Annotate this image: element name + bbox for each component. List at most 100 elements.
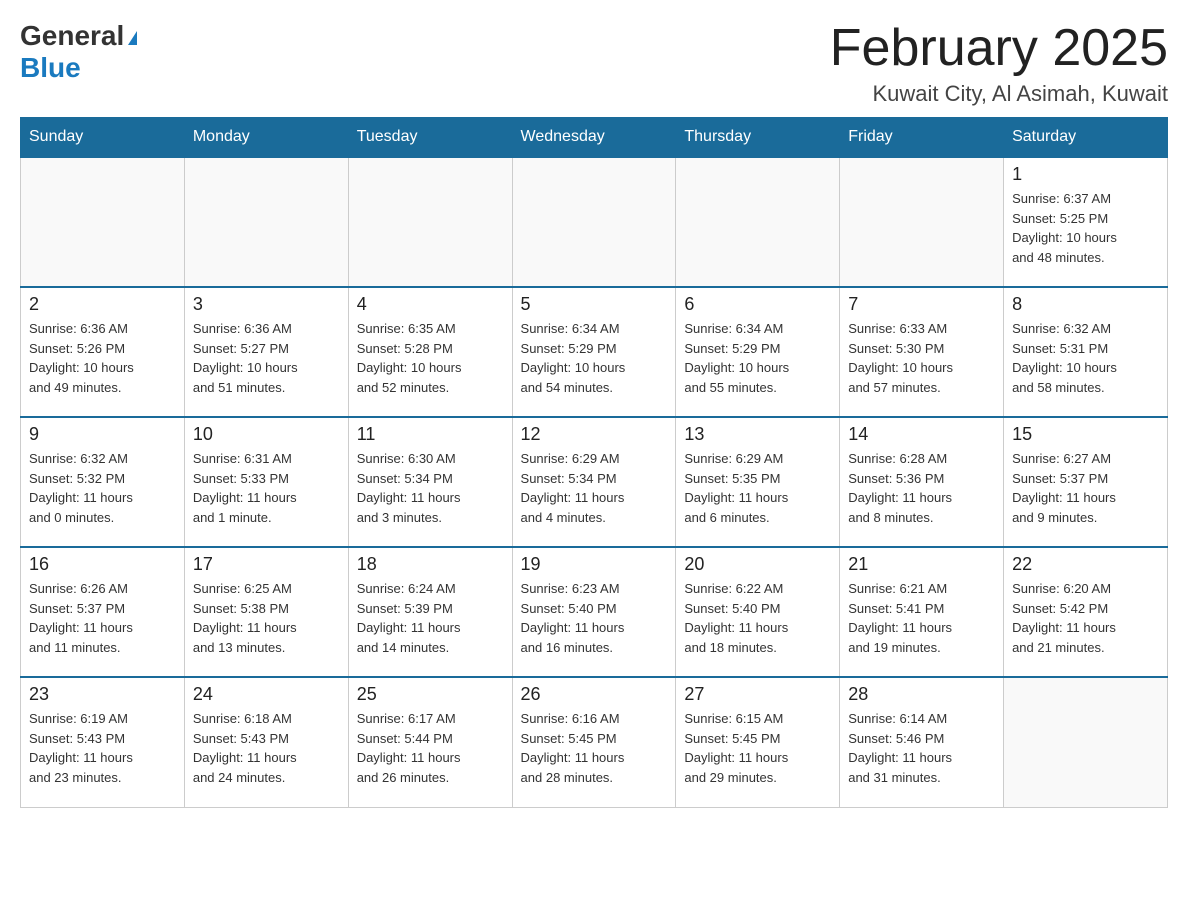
calendar-cell [184, 157, 348, 287]
calendar-cell [21, 157, 185, 287]
day-info: Sunrise: 6:29 AMSunset: 5:34 PMDaylight:… [521, 449, 668, 527]
day-info: Sunrise: 6:36 AMSunset: 5:26 PMDaylight:… [29, 319, 176, 397]
day-number: 5 [521, 294, 668, 315]
day-number: 13 [684, 424, 831, 445]
day-number: 7 [848, 294, 995, 315]
day-info: Sunrise: 6:34 AMSunset: 5:29 PMDaylight:… [684, 319, 831, 397]
header-monday: Monday [184, 118, 348, 158]
day-number: 1 [1012, 164, 1159, 185]
day-number: 26 [521, 684, 668, 705]
day-number: 22 [1012, 554, 1159, 575]
day-info: Sunrise: 6:25 AMSunset: 5:38 PMDaylight:… [193, 579, 340, 657]
calendar-cell: 8Sunrise: 6:32 AMSunset: 5:31 PMDaylight… [1004, 287, 1168, 417]
day-number: 15 [1012, 424, 1159, 445]
day-info: Sunrise: 6:16 AMSunset: 5:45 PMDaylight:… [521, 709, 668, 787]
calendar-cell [840, 157, 1004, 287]
page-header: General Blue February 2025 Kuwait City, … [20, 20, 1168, 107]
day-number: 4 [357, 294, 504, 315]
calendar-cell: 4 Sunrise: 6:35 AMSunset: 5:28 PMDaylight… [348, 287, 512, 417]
day-info: Sunrise: 6:19 AMSunset: 5:43 PMDaylight:… [29, 709, 176, 787]
day-number: 24 [193, 684, 340, 705]
day-info: Sunrise: 6:14 AMSunset: 5:46 PMDaylight:… [848, 709, 995, 787]
logo: General Blue [20, 20, 137, 84]
day-info: Sunrise: 6:32 AMSunset: 5:32 PMDaylight:… [29, 449, 176, 527]
calendar-cell: 26 Sunrise: 6:16 AMSunset: 5:45 PMDayligh… [512, 677, 676, 807]
logo-triangle-icon [128, 31, 137, 45]
logo-blue-text: Blue [20, 52, 81, 84]
day-number: 20 [684, 554, 831, 575]
calendar-cell: 19 Sunrise: 6:23 AMSunset: 5:40 PMDayligh… [512, 547, 676, 677]
calendar-cell [512, 157, 676, 287]
calendar-cell: 28 Sunrise: 6:14 AMSunset: 5:46 PMDayligh… [840, 677, 1004, 807]
day-info: Sunrise: 6:22 AMSunset: 5:40 PMDaylight:… [684, 579, 831, 657]
calendar-cell: 17 Sunrise: 6:25 AMSunset: 5:38 PMDayligh… [184, 547, 348, 677]
calendar-cell: 22 Sunrise: 6:20 AMSunset: 5:42 PMDayligh… [1004, 547, 1168, 677]
day-number: 6 [684, 294, 831, 315]
day-info: Sunrise: 6:15 AMSunset: 5:45 PMDaylight:… [684, 709, 831, 787]
header-friday: Friday [840, 118, 1004, 158]
day-number: 27 [684, 684, 831, 705]
day-info: Sunrise: 6:24 AMSunset: 5:39 PMDaylight:… [357, 579, 504, 657]
day-number: 28 [848, 684, 995, 705]
calendar-cell: 9 Sunrise: 6:32 AMSunset: 5:32 PMDaylight… [21, 417, 185, 547]
day-info: Sunrise: 6:29 AMSunset: 5:35 PMDaylight:… [684, 449, 831, 527]
day-number: 25 [357, 684, 504, 705]
week-row-2: 2Sunrise: 6:36 AMSunset: 5:26 PMDaylight… [21, 287, 1168, 417]
day-number: 23 [29, 684, 176, 705]
day-info: Sunrise: 6:21 AMSunset: 5:41 PMDaylight:… [848, 579, 995, 657]
location-title: Kuwait City, Al Asimah, Kuwait [830, 81, 1168, 107]
logo-general-text: General [20, 20, 124, 52]
day-info: Sunrise: 6:27 AMSunset: 5:37 PMDaylight:… [1012, 449, 1159, 527]
header-tuesday: Tuesday [348, 118, 512, 158]
day-info: Sunrise: 6:23 AMSunset: 5:40 PMDaylight:… [521, 579, 668, 657]
calendar-cell [676, 157, 840, 287]
day-number: 8 [1012, 294, 1159, 315]
calendar-cell: 5 Sunrise: 6:34 AMSunset: 5:29 PMDaylight… [512, 287, 676, 417]
day-info: Sunrise: 6:35 AMSunset: 5:28 PMDaylight:… [357, 319, 504, 397]
week-row-1: 1Sunrise: 6:37 AMSunset: 5:25 PMDaylight… [21, 157, 1168, 287]
header-wednesday: Wednesday [512, 118, 676, 158]
calendar-cell [1004, 677, 1168, 807]
day-number: 11 [357, 424, 504, 445]
calendar-cell: 11 Sunrise: 6:30 AMSunset: 5:34 PMDayligh… [348, 417, 512, 547]
header-saturday: Saturday [1004, 118, 1168, 158]
calendar-cell: 18Sunrise: 6:24 AMSunset: 5:39 PMDayligh… [348, 547, 512, 677]
header-sunday: Sunday [21, 118, 185, 158]
calendar-cell [348, 157, 512, 287]
calendar-cell: 7 Sunrise: 6:33 AMSunset: 5:30 PMDaylight… [840, 287, 1004, 417]
day-number: 10 [193, 424, 340, 445]
day-info: Sunrise: 6:18 AMSunset: 5:43 PMDaylight:… [193, 709, 340, 787]
calendar-cell: 25Sunrise: 6:17 AMSunset: 5:44 PMDayligh… [348, 677, 512, 807]
calendar-cell: 21 Sunrise: 6:21 AMSunset: 5:41 PMDayligh… [840, 547, 1004, 677]
calendar-cell: 16Sunrise: 6:26 AMSunset: 5:37 PMDayligh… [21, 547, 185, 677]
calendar-cell: 23 Sunrise: 6:19 AMSunset: 5:43 PMDayligh… [21, 677, 185, 807]
calendar-cell: 3 Sunrise: 6:36 AMSunset: 5:27 PMDaylight… [184, 287, 348, 417]
day-info: Sunrise: 6:33 AMSunset: 5:30 PMDaylight:… [848, 319, 995, 397]
calendar-cell: 20 Sunrise: 6:22 AMSunset: 5:40 PMDayligh… [676, 547, 840, 677]
day-number: 9 [29, 424, 176, 445]
week-row-3: 9 Sunrise: 6:32 AMSunset: 5:32 PMDaylight… [21, 417, 1168, 547]
day-info: Sunrise: 6:31 AMSunset: 5:33 PMDaylight:… [193, 449, 340, 527]
calendar-cell: 12 Sunrise: 6:29 AMSunset: 5:34 PMDayligh… [512, 417, 676, 547]
day-info: Sunrise: 6:34 AMSunset: 5:29 PMDaylight:… [521, 319, 668, 397]
month-title: February 2025 [830, 20, 1168, 77]
day-number: 17 [193, 554, 340, 575]
week-row-4: 16Sunrise: 6:26 AMSunset: 5:37 PMDayligh… [21, 547, 1168, 677]
day-info: Sunrise: 6:30 AMSunset: 5:34 PMDaylight:… [357, 449, 504, 527]
day-number: 14 [848, 424, 995, 445]
calendar-cell: 10 Sunrise: 6:31 AMSunset: 5:33 PMDayligh… [184, 417, 348, 547]
calendar-cell: 2Sunrise: 6:36 AMSunset: 5:26 PMDaylight… [21, 287, 185, 417]
week-row-5: 23 Sunrise: 6:19 AMSunset: 5:43 PMDayligh… [21, 677, 1168, 807]
day-info: Sunrise: 6:20 AMSunset: 5:42 PMDaylight:… [1012, 579, 1159, 657]
day-info: Sunrise: 6:36 AMSunset: 5:27 PMDaylight:… [193, 319, 340, 397]
day-number: 21 [848, 554, 995, 575]
calendar-cell: 15 Sunrise: 6:27 AMSunset: 5:37 PMDayligh… [1004, 417, 1168, 547]
calendar-cell: 14Sunrise: 6:28 AMSunset: 5:36 PMDayligh… [840, 417, 1004, 547]
day-number: 19 [521, 554, 668, 575]
day-number: 12 [521, 424, 668, 445]
weekday-header-row: Sunday Monday Tuesday Wednesday Thursday… [21, 118, 1168, 158]
calendar-cell: 24 Sunrise: 6:18 AMSunset: 5:43 PMDayligh… [184, 677, 348, 807]
header-thursday: Thursday [676, 118, 840, 158]
calendar-cell: 27 Sunrise: 6:15 AMSunset: 5:45 PMDayligh… [676, 677, 840, 807]
day-number: 3 [193, 294, 340, 315]
